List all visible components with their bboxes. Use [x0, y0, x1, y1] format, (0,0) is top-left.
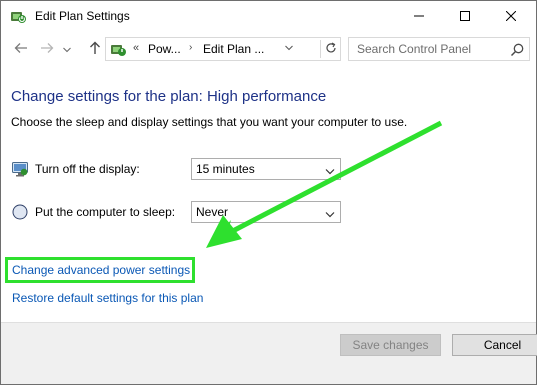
- maximize-icon: [460, 10, 470, 24]
- maximize-button[interactable]: [442, 1, 488, 32]
- edit-plan-settings-window: Edit Plan Settings « Pow... › Edit Plan …: [0, 0, 537, 385]
- chevron-down-icon: [63, 42, 71, 56]
- search-placeholder[interactable]: Search Control Panel: [357, 42, 471, 56]
- navigation-bar: « Pow... › Edit Plan ... Search Control …: [1, 32, 536, 66]
- refresh-button[interactable]: [320, 40, 340, 58]
- page-description: Choose the sleep and display settings th…: [11, 115, 408, 129]
- search-icon[interactable]: [509, 42, 525, 58]
- power-options-icon: [110, 41, 127, 58]
- button-bar: Save changes Cancel: [1, 322, 537, 384]
- turn-off-display-label: Turn off the display:: [35, 162, 140, 176]
- chevron-down-icon: [325, 208, 335, 218]
- turn-off-display-select[interactable]: 15 minutes: [191, 158, 341, 180]
- recent-locations-button[interactable]: [60, 38, 74, 60]
- refresh-icon: [325, 41, 337, 57]
- title-bar: Edit Plan Settings: [1, 1, 536, 32]
- arrow-left-icon: [14, 42, 28, 57]
- chevron-down-icon: [325, 165, 335, 175]
- save-changes-button[interactable]: Save changes: [340, 334, 441, 356]
- cancel-button[interactable]: Cancel: [452, 334, 537, 356]
- monitor-icon: [11, 160, 29, 178]
- minimize-icon: [414, 10, 424, 24]
- sleep-label: Put the computer to sleep:: [35, 205, 176, 219]
- power-options-icon: [10, 8, 27, 25]
- search-box[interactable]: Search Control Panel: [348, 37, 530, 61]
- close-button[interactable]: [488, 1, 534, 32]
- sleep-select[interactable]: Never: [191, 201, 341, 223]
- close-icon: [505, 10, 517, 24]
- arrow-up-icon: [89, 41, 101, 58]
- breadcrumb-edit-plan[interactable]: Edit Plan ...: [203, 42, 264, 56]
- minimize-button[interactable]: [396, 1, 442, 32]
- sleep-value: Never: [196, 205, 229, 219]
- breadcrumb-power-options[interactable]: Pow...: [148, 42, 181, 56]
- page-title: Change settings for the plan: High perfo…: [11, 88, 327, 105]
- turn-off-display-value: 15 minutes: [196, 162, 255, 176]
- moon-icon: [11, 203, 29, 221]
- window-title: Edit Plan Settings: [35, 9, 130, 23]
- arrow-right-icon: [40, 42, 54, 57]
- change-advanced-power-settings-link[interactable]: Change advanced power settings: [12, 263, 190, 277]
- address-overflow[interactable]: «: [133, 42, 139, 54]
- address-bar[interactable]: « Pow... › Edit Plan ...: [105, 37, 341, 61]
- restore-default-settings-link[interactable]: Restore default settings for this plan: [12, 291, 203, 305]
- chevron-right-icon[interactable]: ›: [189, 42, 192, 53]
- up-button[interactable]: [85, 38, 105, 60]
- address-history-chevron-icon[interactable]: [285, 41, 293, 58]
- back-button[interactable]: [11, 38, 31, 60]
- forward-button[interactable]: [37, 38, 57, 60]
